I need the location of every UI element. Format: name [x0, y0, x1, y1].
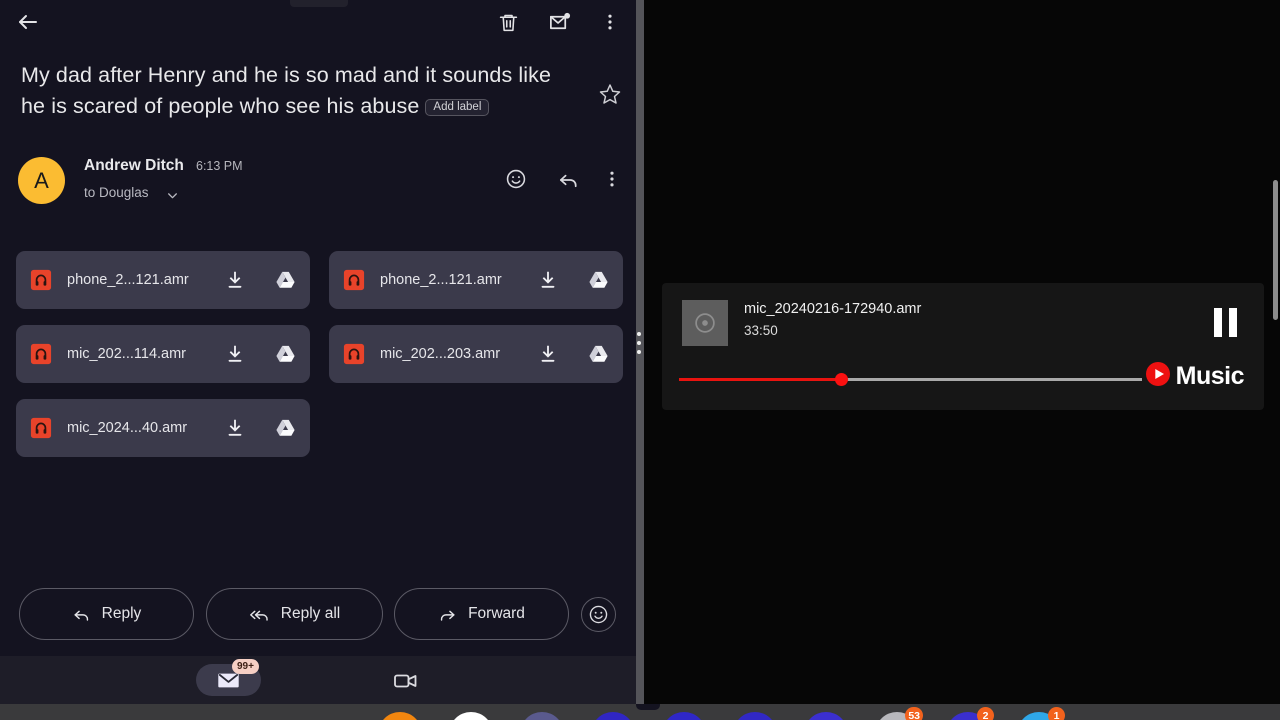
avatar[interactable]: A	[18, 157, 65, 204]
save-to-drive-icon[interactable]	[274, 343, 296, 365]
sender-name[interactable]: Andrew Ditch	[84, 157, 184, 175]
audio-file-icon	[343, 343, 365, 365]
attachment-actions	[224, 269, 296, 291]
playback-progress-slider[interactable]	[679, 373, 1142, 386]
taskbar-app-icon[interactable]: 53	[875, 707, 923, 720]
attachment-actions	[224, 417, 296, 439]
audio-file-icon	[343, 269, 365, 291]
pause-button[interactable]	[1210, 307, 1240, 337]
bottom-navigation-bar: 99+	[0, 656, 636, 704]
attachment-name: mic_202...114.amr	[67, 346, 187, 362]
mail-toolbar	[0, 0, 636, 42]
audio-file-icon	[30, 417, 52, 439]
audio-file-icon	[30, 269, 52, 291]
add-label-chip[interactable]: Add label	[425, 99, 490, 116]
save-to-drive-icon[interactable]	[587, 269, 609, 291]
sender-row: A Andrew Ditch 6:13 PM to Douglas	[0, 153, 636, 213]
taskbar-app-icon[interactable]	[733, 712, 777, 720]
reply-action-bar: Reply Reply all Forward	[0, 588, 636, 640]
taskbar-app-row: 53 2 1	[378, 707, 1065, 720]
taskbar-app-icon[interactable]: 2	[946, 707, 994, 720]
star-icon[interactable]	[598, 82, 622, 111]
download-icon[interactable]	[224, 343, 246, 365]
attachment-chip[interactable]: mic_202...203.amr	[329, 325, 623, 383]
taskbar-app-icon[interactable]	[804, 712, 848, 720]
grip-dot	[637, 341, 641, 345]
forward-button[interactable]: Forward	[394, 588, 569, 640]
gmail-conversation-scroll[interactable]: My dad after Henry and he is so mad and …	[0, 0, 636, 656]
grip-dot	[637, 332, 641, 336]
nav-item-meet[interactable]	[388, 668, 424, 694]
recipient-label[interactable]: to Douglas	[84, 185, 149, 200]
download-icon[interactable]	[224, 269, 246, 291]
subject-block: My dad after Henry and he is so mad and …	[21, 60, 561, 122]
attachment-actions	[224, 343, 296, 365]
delete-icon[interactable]	[494, 8, 522, 36]
taskbar-app-icon[interactable]	[378, 712, 422, 720]
more-options-icon[interactable]	[596, 8, 624, 36]
taskbar-app-icon[interactable]	[662, 712, 706, 720]
attachment-name: mic_2024...40.amr	[67, 420, 188, 436]
attachment-actions	[537, 343, 609, 365]
youtube-music-logo: Music	[1145, 361, 1245, 392]
attachment-actions	[537, 269, 609, 291]
back-arrow-icon[interactable]	[14, 8, 42, 36]
playback-progress-thumb[interactable]	[834, 373, 848, 386]
vertical-scrollbar[interactable]	[1273, 180, 1278, 320]
chevron-down-icon[interactable]	[166, 189, 179, 207]
reply-icon[interactable]	[554, 165, 582, 193]
forward-button-label: Forward	[468, 605, 525, 622]
message-time: 6:13 PM	[196, 159, 243, 173]
attachment-chip[interactable]: mic_202...114.amr	[16, 325, 310, 383]
emoji-picker-button[interactable]	[581, 597, 616, 632]
media-player-card[interactable]: mic_20240216-172940.amr 33:50 Music	[662, 283, 1264, 410]
reply-button[interactable]: Reply	[19, 588, 194, 640]
attachment-chip[interactable]: phone_2...121.amr	[329, 251, 623, 309]
divider-grip-handle[interactable]	[637, 332, 641, 354]
attachment-name: phone_2...121.amr	[380, 272, 502, 288]
save-to-drive-icon[interactable]	[274, 417, 296, 439]
attachment-name: mic_202...203.amr	[380, 346, 501, 362]
attachment-chip[interactable]: phone_2...121.amr	[16, 251, 310, 309]
album-art-placeholder	[682, 300, 728, 346]
mail-unread-badge: 99+	[232, 659, 259, 674]
gmail-pane: My dad after Henry and he is so mad and …	[0, 0, 636, 704]
download-icon[interactable]	[537, 269, 559, 291]
system-taskbar: 53 2 1	[0, 704, 1280, 720]
save-to-drive-icon[interactable]	[587, 343, 609, 365]
message-more-options-icon[interactable]	[598, 165, 626, 193]
taskbar-app-icon[interactable]	[520, 712, 564, 720]
youtube-music-wordmark: Music	[1175, 362, 1245, 390]
reply-all-button[interactable]: Reply all	[206, 588, 383, 640]
grip-dot	[637, 350, 641, 354]
taskbar-notch	[636, 704, 660, 710]
screen-root: My dad after Henry and he is so mad and …	[0, 0, 1280, 720]
media-player-pane: mic_20240216-172940.amr 33:50 Music	[644, 0, 1280, 704]
mark-unread-icon[interactable]	[545, 8, 573, 36]
reply-all-button-label: Reply all	[280, 605, 341, 622]
now-playing-duration: 33:50	[744, 323, 778, 338]
taskbar-app-icon[interactable]	[449, 712, 493, 720]
audio-file-icon	[30, 343, 52, 365]
download-icon[interactable]	[537, 343, 559, 365]
attachment-list: phone_2...121.amr phone_2...121.amr mic_…	[16, 251, 626, 457]
attachment-name: phone_2...121.amr	[67, 272, 189, 288]
taskbar-badge: 53	[905, 707, 923, 720]
youtube-play-icon	[1145, 361, 1171, 392]
taskbar-badge: 2	[977, 707, 994, 720]
emoji-react-icon[interactable]	[502, 165, 530, 193]
attachment-chip[interactable]: mic_2024...40.amr	[16, 399, 310, 457]
playback-progress-fill	[679, 378, 842, 381]
now-playing-title: mic_20240216-172940.amr	[744, 301, 922, 317]
pause-bar	[1228, 307, 1237, 337]
save-to-drive-icon[interactable]	[274, 269, 296, 291]
taskbar-app-icon[interactable]	[591, 712, 635, 720]
pause-bar	[1213, 307, 1222, 337]
download-icon[interactable]	[224, 417, 246, 439]
reply-button-label: Reply	[101, 605, 142, 622]
taskbar-badge: 1	[1048, 707, 1065, 720]
taskbar-app-icon[interactable]: 1	[1017, 707, 1065, 720]
nav-item-mail[interactable]: 99+	[196, 659, 261, 696]
